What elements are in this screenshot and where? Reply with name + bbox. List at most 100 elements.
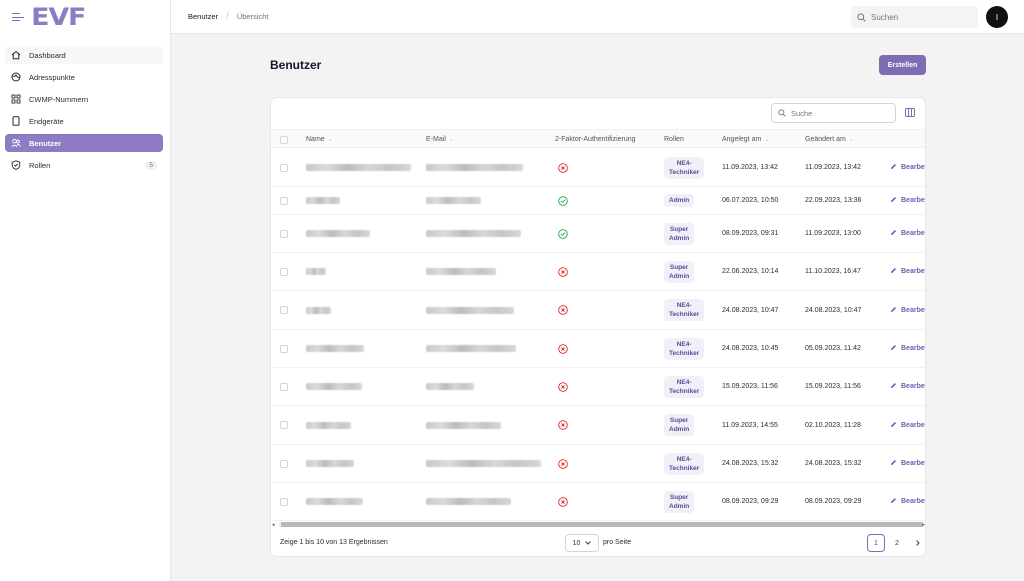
pencil-icon — [890, 344, 901, 353]
edit-button[interactable]: Bearbe — [890, 306, 925, 315]
pagination: 1 2 — [867, 534, 925, 552]
row-checkbox[interactable] — [280, 421, 288, 429]
edit-cell: Bearbe — [890, 483, 925, 520]
per-page-select[interactable]: 10 — [565, 534, 599, 552]
column-header-updated[interactable]: Geändert am ⌄ — [805, 130, 854, 149]
chevron-down-icon — [585, 541, 592, 545]
updated-cell: 24.08.2023, 15:32 — [805, 460, 862, 467]
table-row: Admin 06.07.2023, 10:50 22.09.2023, 13:36 B… — [271, 187, 925, 215]
name-cell — [306, 149, 411, 186]
column-header-name[interactable]: Name ⌄ — [306, 130, 333, 149]
row-select-cell — [280, 253, 288, 290]
column-header-label: 2-Faktor-Authentifizierung — [555, 136, 636, 143]
row-checkbox[interactable] — [280, 163, 288, 172]
results-summary: Zeige 1 bis 10 von 13 Ergebnissen — [280, 539, 388, 546]
redacted-email — [426, 230, 521, 237]
edit-button[interactable]: Bearbe — [890, 497, 925, 506]
breadcrumb-uebersicht[interactable]: Übersicht — [237, 12, 269, 21]
edit-button[interactable]: Bearbe — [890, 196, 925, 205]
sidebar-item-rollen[interactable]: Rollen 5 — [5, 156, 163, 174]
page-button-2[interactable]: 2 — [888, 534, 906, 552]
row-checkbox[interactable] — [280, 382, 288, 391]
row-checkbox[interactable] — [280, 306, 288, 314]
role-badge: NE4- Techniker — [664, 375, 705, 398]
row-checkbox[interactable] — [280, 497, 288, 506]
brand-bar: EVF — [0, 0, 170, 34]
table-row: NE4- Techniker 24.08.2023, 10:47 24.08.2023… — [271, 291, 925, 330]
edit-button[interactable]: Bearbe — [890, 459, 925, 468]
select-all-checkbox[interactable] — [280, 135, 288, 144]
global-search-input[interactable] — [871, 12, 971, 22]
table-search-input[interactable] — [791, 108, 891, 118]
x-circle-icon — [558, 368, 568, 405]
role-badge: Super Admin — [664, 490, 695, 513]
users-table-card: Name⌄ E-Mail⌄ 2-Faktor-Authentifizierung… — [270, 97, 926, 557]
edit-button[interactable]: Bearbe — [890, 344, 925, 353]
column-header-created[interactable]: Angelegt am ⌄ — [722, 130, 769, 149]
breadcrumb-benutzer[interactable]: Benutzer — [188, 12, 218, 21]
column-toggle-icon[interactable] — [905, 108, 915, 117]
row-checkbox[interactable] — [280, 229, 288, 238]
sidebar-item-benutzer[interactable]: Benutzer — [5, 134, 163, 152]
redacted-email — [426, 345, 516, 352]
edit-button[interactable]: Bearbe — [890, 267, 925, 276]
table-search[interactable] — [771, 103, 896, 123]
redacted-name — [306, 383, 362, 390]
created-cell: 11.09.2023, 14:55 — [722, 421, 778, 429]
table-header: Name ⌄ E-Mail ⌄ 2-Faktor-Authentifizierung… — [271, 129, 925, 149]
edit-button[interactable]: Bearbe — [890, 163, 925, 172]
table-row: NE4- Techniker 15.09.2023, 11:56 15.09.2023… — [271, 368, 925, 406]
name-cell — [306, 330, 364, 367]
horizontal-scrollbar[interactable]: ◂ ▸ — [271, 521, 925, 528]
global-search[interactable] — [851, 6, 978, 28]
page-title: Benutzer — [270, 58, 322, 72]
scroll-right-arrow-icon[interactable]: ▸ — [922, 522, 925, 528]
role-badge: NE4- Techniker — [664, 156, 705, 179]
row-checkbox[interactable] — [280, 196, 288, 205]
name-cell — [306, 483, 363, 520]
email-cell — [426, 330, 516, 367]
pencil-icon — [890, 306, 901, 315]
role-badge: NE4- Techniker — [664, 452, 705, 475]
redacted-name — [306, 268, 326, 275]
next-page-button[interactable] — [909, 534, 925, 552]
sidebar-item-dashboard[interactable]: Dashboard — [5, 46, 163, 64]
evf-logo[interactable]: EVF — [31, 5, 86, 29]
edit-cell: Bearbe — [890, 215, 925, 252]
created-cell: 06.07.2023, 10:50 — [722, 197, 779, 204]
row-checkbox[interactable] — [280, 459, 288, 468]
x-circle-icon — [558, 291, 568, 329]
sidebar-item-label: Benutzer — [29, 138, 62, 148]
edit-cell: Bearbe — [890, 253, 925, 290]
role-cell: Super Admin — [664, 253, 695, 290]
page-button-1[interactable]: 1 — [867, 534, 885, 552]
redacted-email — [426, 460, 541, 467]
sidebar-item-cwmp-nummern[interactable]: CWMP-Nummern — [5, 90, 163, 108]
edit-button[interactable]: Bearbe — [890, 421, 925, 430]
role-badge: Super Admin — [664, 222, 695, 245]
user-avatar[interactable]: I — [986, 6, 1008, 28]
edit-label: Bearbe — [901, 345, 925, 352]
sidebar-item-adresspunkte[interactable]: Adresspunkte — [5, 68, 163, 86]
role-cell: Admin — [664, 187, 695, 214]
edit-cell: Bearbe — [890, 406, 925, 444]
role-cell: NE4- Techniker — [664, 291, 705, 329]
sidebar-item-endgeraete[interactable]: Endgeräte — [5, 112, 163, 130]
scroll-left-arrow-icon[interactable]: ◂ — [272, 522, 275, 528]
edit-label: Bearbe — [901, 306, 925, 314]
redacted-name — [306, 164, 411, 171]
role-cell: Super Admin — [664, 483, 695, 520]
edit-button[interactable]: Bearbe — [890, 382, 925, 391]
edit-button[interactable]: Bearbe — [890, 229, 925, 238]
row-checkbox[interactable] — [280, 344, 288, 353]
scrollbar-thumb[interactable] — [281, 522, 923, 527]
collapse-sidebar-icon[interactable] — [12, 12, 24, 22]
created-cell: 15.09.2023, 11:56 — [722, 383, 778, 390]
role-line: Super — [669, 493, 689, 501]
name-cell — [306, 368, 362, 405]
row-checkbox[interactable] — [280, 267, 288, 276]
created-cell: 22.06.2023, 10:14 — [722, 268, 779, 275]
role-line: NE4- — [676, 455, 692, 463]
column-header-email[interactable]: E-Mail ⌄ — [426, 130, 454, 149]
create-user-button[interactable]: Erstellen — [879, 55, 926, 75]
